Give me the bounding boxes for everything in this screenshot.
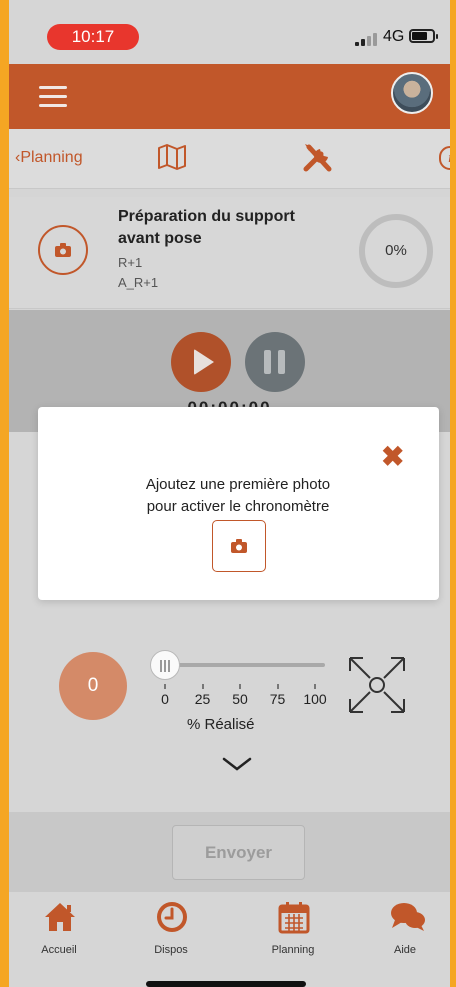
home-indicator <box>146 981 306 987</box>
chat-icon <box>391 903 425 931</box>
play-button[interactable] <box>171 332 231 392</box>
camera-icon <box>55 243 71 257</box>
expand-icon[interactable] <box>346 654 408 716</box>
app-frame: 10:17 4G ‹Planning i <box>9 0 450 987</box>
app-header <box>9 64 450 129</box>
info-icon[interactable]: i <box>439 146 450 170</box>
clock-icon <box>157 902 187 932</box>
percent-label: % Réalisé <box>187 716 255 733</box>
status-time: 10:17 <box>47 24 139 50</box>
slider-tick-label: 100 <box>303 691 327 707</box>
pause-button[interactable] <box>245 332 305 392</box>
chevron-down-icon[interactable] <box>222 756 252 772</box>
task-title: Préparation du support avant pose <box>118 208 295 247</box>
tools-icon[interactable] <box>301 141 335 175</box>
percent-slider-track[interactable] <box>165 663 325 667</box>
slider-tick <box>314 684 316 689</box>
menu-icon[interactable] <box>39 86 67 108</box>
percent-slider-thumb[interactable] <box>150 650 180 680</box>
battery-icon <box>409 29 438 43</box>
percent-value-badge: 0 <box>59 652 127 720</box>
dialog-message-line2: pour activer le chronomètre <box>146 498 330 515</box>
dialog-message: Ajoutez une première photo pour activer … <box>78 474 398 518</box>
back-label: Planning <box>20 149 83 166</box>
slider-tick-label: 25 <box>194 691 211 707</box>
task-level: R+1 <box>118 255 143 270</box>
task-zone: A_R+1 <box>118 275 159 290</box>
tab-label: Accueil <box>41 944 77 956</box>
signal-icon <box>355 32 379 46</box>
tab-label: Planning <box>271 944 315 956</box>
send-button[interactable]: Envoyer <box>172 825 305 880</box>
task-photo-button[interactable] <box>38 225 88 275</box>
bottom-tab-bar: Accueil Dispos Planning Aide <box>9 892 450 987</box>
slider-tick <box>276 684 279 689</box>
slider-tick-label: 75 <box>269 691 286 707</box>
map-icon[interactable] <box>157 144 187 170</box>
slider-tick <box>201 684 204 689</box>
network-label: 4G <box>383 28 405 45</box>
avatar[interactable] <box>391 72 433 114</box>
status-bar: 10:17 4G <box>9 0 450 64</box>
task-nav-bar: ‹Planning i <box>9 129 450 189</box>
tab-planning[interactable]: Planning <box>248 894 338 964</box>
slider-tick <box>164 684 166 689</box>
add-photo-button[interactable] <box>212 520 266 572</box>
send-section: Envoyer <box>9 812 450 892</box>
calendar-icon <box>278 902 310 934</box>
tab-aide[interactable]: Aide <box>360 894 450 964</box>
photo-required-dialog: ✖ Ajoutez une première photo pour active… <box>38 407 439 600</box>
tab-label: Aide <box>393 944 417 956</box>
camera-icon <box>231 539 247 553</box>
back-planning-link[interactable]: ‹Planning <box>15 149 83 167</box>
close-icon[interactable]: ✖ <box>381 443 404 471</box>
tab-label: Dispos <box>154 944 188 956</box>
slider-tick-label: 50 <box>232 691 248 707</box>
task-card: Préparation du support avant pose R+1 A_… <box>9 197 450 309</box>
slider-tick-label: 0 <box>161 691 169 707</box>
tab-accueil[interactable]: Accueil <box>14 894 104 964</box>
task-progress-ring: 0% <box>359 214 433 288</box>
home-icon <box>45 903 75 931</box>
slider-tick <box>239 684 241 689</box>
dialog-message-line1: Ajoutez une première photo <box>145 476 331 493</box>
tab-dispos[interactable]: Dispos <box>126 894 216 964</box>
